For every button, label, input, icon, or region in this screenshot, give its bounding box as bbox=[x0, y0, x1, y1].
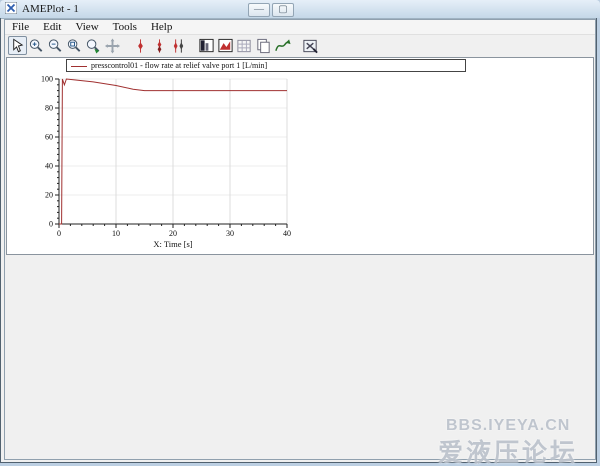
svg-text:0: 0 bbox=[49, 220, 53, 229]
legend-line-sample bbox=[71, 66, 87, 67]
ameplot-client: FileEditViewToolsHelp 0 10 20 30 40 0 20 40 60 80… bbox=[4, 19, 596, 460]
curve-edit-icon[interactable] bbox=[273, 36, 292, 55]
plot-manager-icon[interactable] bbox=[197, 36, 216, 55]
svg-text:100: 100 bbox=[41, 75, 53, 84]
plot-legend[interactable]: presscontrol01 - flow rate at relief val… bbox=[66, 59, 466, 72]
menu-view[interactable]: View bbox=[68, 21, 105, 33]
multi-marker-icon[interactable] bbox=[169, 36, 188, 55]
zoom-window-icon[interactable] bbox=[65, 36, 84, 55]
menu-help[interactable]: Help bbox=[144, 21, 179, 33]
plot-menubar: FileEditViewToolsHelp bbox=[5, 20, 595, 35]
menu-file[interactable]: File bbox=[5, 21, 36, 33]
export-icon[interactable] bbox=[301, 36, 320, 55]
ameplot-window-title: AMEPlot - 1 bbox=[22, 3, 79, 15]
ameplot-icon bbox=[5, 2, 17, 17]
zoom-full-icon[interactable] bbox=[84, 36, 103, 55]
screen: Variable List ? ✕ Submodel 2 1 bbox=[0, 0, 600, 466]
move-icon[interactable] bbox=[103, 36, 122, 55]
plot-statusbar bbox=[5, 255, 595, 264]
select-cursor-icon[interactable] bbox=[8, 36, 27, 55]
cursor-marker-icon[interactable] bbox=[131, 36, 150, 55]
menu-tools[interactable]: Tools bbox=[106, 21, 144, 33]
grid-layout-icon[interactable] bbox=[235, 36, 254, 55]
ameplot-titlebar[interactable]: AMEPlot - 1 bbox=[0, 0, 600, 18]
zoom-in-icon[interactable] bbox=[27, 36, 46, 55]
svg-text:20: 20 bbox=[169, 229, 177, 238]
plot-update-icon[interactable] bbox=[216, 36, 235, 55]
plot-toolbar bbox=[5, 35, 595, 56]
svg-text:80: 80 bbox=[45, 104, 53, 113]
svg-text:10: 10 bbox=[112, 229, 120, 238]
svg-text:30: 30 bbox=[226, 229, 234, 238]
zoom-out-icon[interactable] bbox=[46, 36, 65, 55]
maximize-button[interactable]: ▢ bbox=[272, 3, 294, 17]
plot-canvas[interactable]: 0 10 20 30 40 0 20 40 60 80 100 X: Time [s] bbox=[7, 58, 299, 255]
minimize-button[interactable]: — bbox=[248, 3, 270, 17]
plot-area[interactable]: 0 10 20 30 40 0 20 40 60 80 100 X: Time [s] pressco… bbox=[6, 57, 594, 255]
svg-text:40: 40 bbox=[45, 162, 53, 171]
two-cursor-marker-icon[interactable] bbox=[150, 36, 169, 55]
copy-icon[interactable] bbox=[254, 36, 273, 55]
svg-text:40: 40 bbox=[283, 229, 291, 238]
svg-text:60: 60 bbox=[45, 133, 53, 142]
menu-edit[interactable]: Edit bbox=[36, 21, 68, 33]
legend-text: presscontrol01 - flow rate at relief val… bbox=[91, 61, 267, 70]
ameplot-window: AMEPlot - 1 — ▢ FileEditViewToolsHelp 0 1… bbox=[0, 0, 302, 267]
svg-text:X: Time [s]: X: Time [s] bbox=[153, 239, 192, 249]
svg-text:20: 20 bbox=[45, 191, 53, 200]
svg-text:0: 0 bbox=[57, 229, 61, 238]
